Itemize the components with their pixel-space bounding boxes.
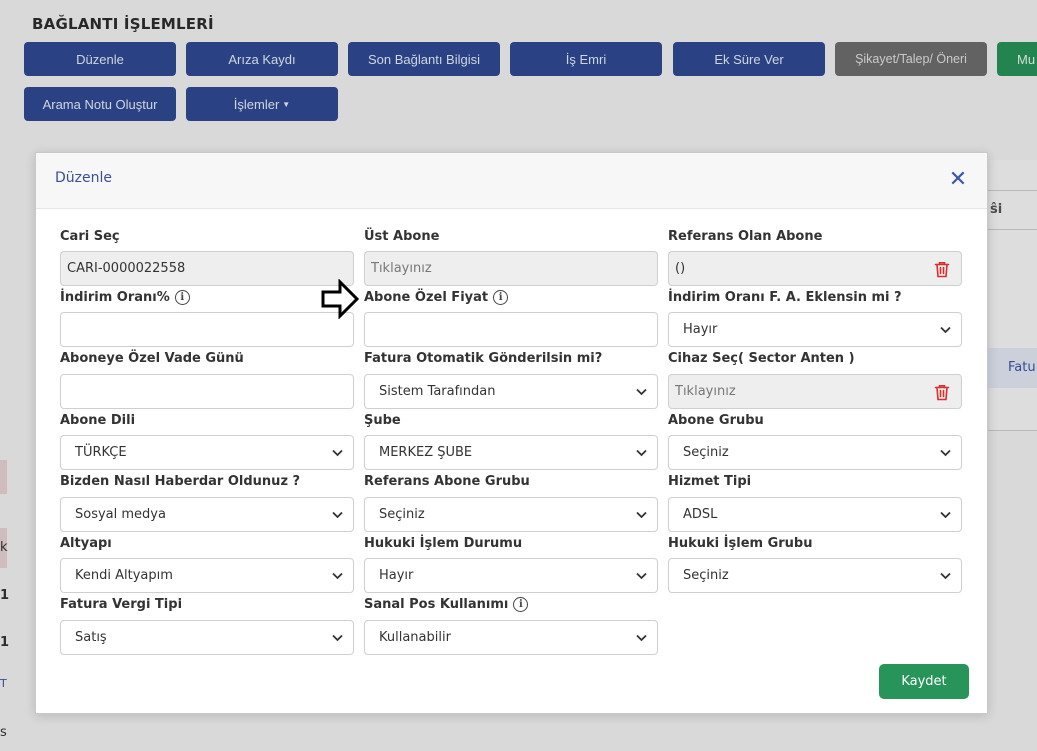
fatura-otomatik-value: Sistem Tarafından (379, 384, 496, 399)
indirim-orani-input[interactable] (60, 312, 354, 347)
altyapi-value: Kendi Altyapım (75, 568, 173, 583)
chevron-down-icon (332, 511, 343, 519)
chevron-down-icon (636, 388, 647, 396)
chevron-down-icon (332, 634, 343, 642)
referans-abone-grubu-value: Seçiniz (379, 507, 425, 522)
haberdar-label: Bizden Nasıl Haberdar Oldunuz ? (60, 474, 301, 489)
info-icon[interactable]: i (174, 290, 190, 305)
cihaz-sec-input[interactable]: Tıklayınız (668, 374, 962, 409)
abone-grubu-label: Abone Grubu (668, 413, 764, 428)
chevron-down-icon (636, 634, 647, 642)
chevron-down-icon (332, 572, 343, 580)
modal-header: Düzenle ✕ (36, 153, 987, 209)
ust-abone-placeholder: Tıklayınız (371, 261, 432, 276)
cari-sec-label: Cari Seç (60, 229, 120, 244)
vade-gunu-label: Aboneye Özel Vade Günü (60, 351, 244, 366)
referans-olan-abone-value: () (675, 261, 686, 276)
ust-abone-input[interactable]: Tıklayınız (364, 251, 658, 286)
chevron-down-icon (332, 449, 343, 457)
abone-ozel-fiyat-label-text: Abone Özel Fiyat (364, 290, 489, 305)
indirim-orani-label-text: İndirim Oranı% (60, 290, 170, 305)
abone-grubu-value: Seçiniz (683, 445, 729, 460)
cari-sec-value: CARI-0000022558 (67, 261, 186, 276)
arrow-right-icon (321, 279, 359, 319)
indirim-fa-label: İndirim Oranı F. A. Eklensin mi ? (668, 290, 902, 305)
cihaz-sec-placeholder: Tıklayınız (675, 384, 736, 399)
sube-value: MERKEZ ŞUBE (379, 445, 473, 460)
hukuki-durum-label: Hukuki İşlem Durumu (364, 536, 523, 551)
cihaz-sec-label: Cihaz Seç( Sector Anten ) (668, 351, 855, 366)
hukuki-grup-label: Hukuki İşlem Grubu (668, 536, 813, 551)
fatura-otomatik-select[interactable]: Sistem Tarafından (364, 374, 658, 409)
haberdar-select[interactable]: Sosyal medya (60, 497, 354, 532)
modal-title: Düzenle (55, 170, 112, 186)
fatura-vergi-select[interactable]: Satış (60, 620, 354, 655)
chevron-down-icon (940, 449, 951, 457)
sube-select[interactable]: MERKEZ ŞUBE (364, 435, 658, 470)
altyapi-label: Altyapı (60, 536, 112, 551)
abone-dili-select[interactable]: TÜRKÇE (60, 435, 354, 470)
referans-olan-abone-input[interactable]: () (668, 251, 962, 286)
chevron-down-icon (940, 511, 951, 519)
abone-ozel-fiyat-label: Abone Özel Fiyat i (364, 290, 509, 305)
hizmet-tipi-value: ADSL (683, 507, 718, 522)
fatura-otomatik-label: Fatura Otomatik Gönderilsin mi? (364, 351, 603, 366)
hukuki-durum-select[interactable]: Hayır (364, 558, 658, 593)
abone-dili-label: Abone Dili (60, 413, 136, 428)
ust-abone-label: Üst Abone (364, 229, 440, 244)
abone-ozel-fiyat-input[interactable] (364, 312, 658, 347)
trash-icon[interactable] (934, 261, 950, 278)
indirim-orani-label: İndirim Oranı% i (60, 290, 190, 305)
save-button[interactable]: Kaydet (879, 664, 969, 699)
chevron-down-icon (636, 449, 647, 457)
edit-modal: Düzenle ✕ Cari Seç CARI-0000022558 Üst A… (35, 152, 988, 714)
altyapi-select[interactable]: Kendi Altyapım (60, 558, 354, 593)
hizmet-tipi-label: Hizmet Tipi (668, 474, 752, 489)
abone-dili-value: TÜRKÇE (75, 445, 127, 460)
chevron-down-icon (940, 326, 951, 334)
hukuki-grup-select[interactable]: Seçiniz (668, 558, 962, 593)
cari-sec-input[interactable]: CARI-0000022558 (60, 251, 354, 286)
trash-icon[interactable] (934, 384, 950, 401)
chevron-down-icon (940, 572, 951, 580)
sanal-pos-label: Sanal Pos Kullanımı i (364, 597, 529, 612)
vade-gunu-input[interactable] (60, 374, 354, 409)
close-icon[interactable]: ✕ (947, 167, 969, 193)
hukuki-durum-value: Hayır (379, 568, 414, 583)
sanal-pos-select[interactable]: Kullanabilir (364, 620, 658, 655)
info-icon[interactable]: i (513, 597, 529, 612)
referans-abone-grubu-select[interactable]: Seçiniz (364, 497, 658, 532)
referans-olan-abone-label: Referans Olan Abone (668, 229, 823, 244)
referans-abone-grubu-label: Referans Abone Grubu (364, 474, 530, 489)
chevron-down-icon (636, 572, 647, 580)
info-icon[interactable]: i (493, 290, 509, 305)
indirim-fa-value: Hayır (683, 322, 718, 337)
fatura-vergi-label: Fatura Vergi Tipi (60, 597, 183, 612)
abone-grubu-select[interactable]: Seçiniz (668, 435, 962, 470)
hizmet-tipi-select[interactable]: ADSL (668, 497, 962, 532)
hukuki-grup-value: Seçiniz (683, 568, 729, 583)
fatura-vergi-value: Satış (75, 630, 107, 645)
haberdar-value: Sosyal medya (75, 507, 166, 522)
indirim-fa-select[interactable]: Hayır (668, 312, 962, 347)
chevron-down-icon (636, 511, 647, 519)
sanal-pos-value: Kullanabilir (379, 630, 451, 645)
sanal-pos-label-text: Sanal Pos Kullanımı (364, 597, 509, 612)
sube-label: Şube (364, 413, 401, 428)
